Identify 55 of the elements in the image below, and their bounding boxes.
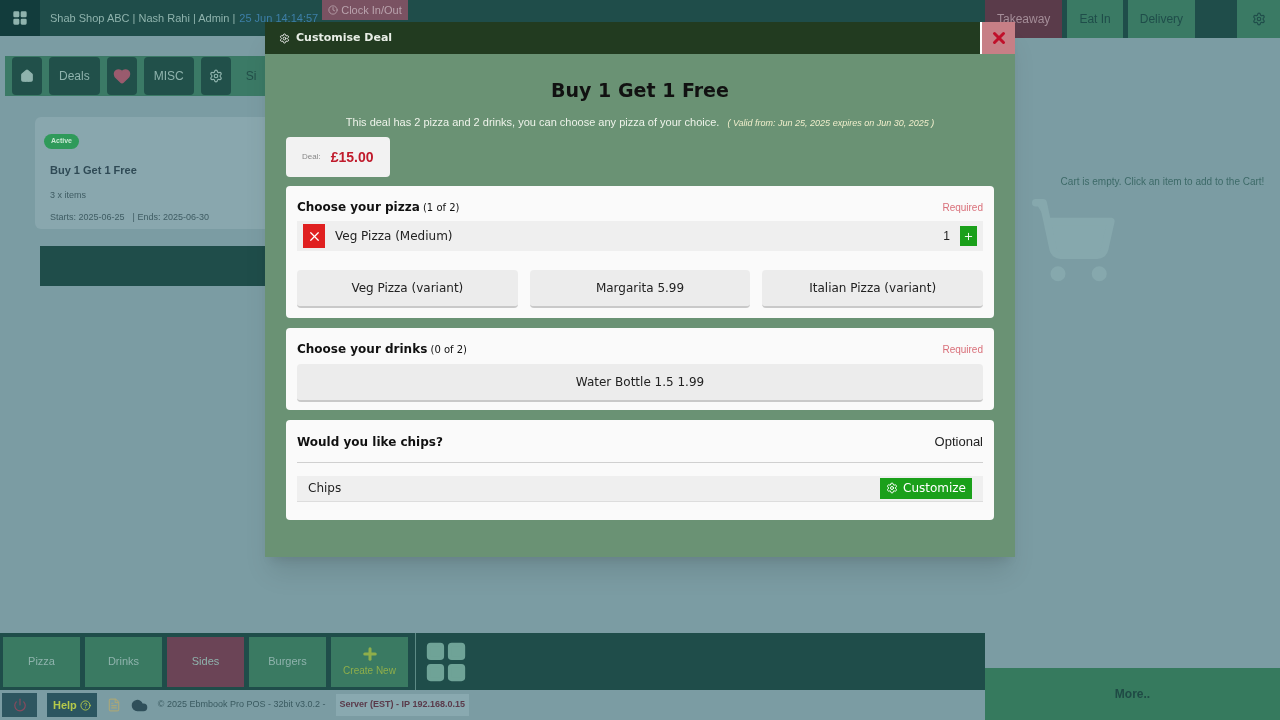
group-title: Choose your pizza (1 of 2) <box>297 199 460 216</box>
end-date: | Ends: 2025-06-30 <box>132 211 209 224</box>
option-button[interactable]: Italian Pizza (variant) <box>762 270 983 308</box>
start-date: Starts: 2025-06-25 <box>50 211 125 224</box>
shop-info: Shab Shop ABC | Nash Rahi | Admin | <box>50 10 236 26</box>
category-tab[interactable]: MISC <box>143 57 194 95</box>
category-button[interactable]: Sides <box>167 636 244 687</box>
validity-text: ( Valid from: Jun 25, 2025 expires on Jun 30, 2025 ) <box>727 116 935 130</box>
home-button[interactable] <box>12 57 42 95</box>
requirement-label: Required <box>942 342 983 357</box>
group-title: Choose your drinks (0 of 2) <box>297 341 467 358</box>
server-info: Server (EST) - IP 192.168.0.15 <box>335 694 469 716</box>
clock: 25 Jun 14:14:57 <box>239 10 319 26</box>
option-button[interactable]: Water Bottle 1.5 1.99 <box>297 364 983 402</box>
plus-icon <box>360 645 379 663</box>
group-title: Would you like chips? <box>297 433 443 451</box>
grid-icon <box>12 10 28 26</box>
favorites-button[interactable] <box>106 57 137 95</box>
settings-icon <box>208 69 223 83</box>
category-button[interactable]: Burgers <box>249 636 326 687</box>
category-tab[interactable]: Deals <box>49 57 100 95</box>
customize-button[interactable]: Customize <box>880 477 972 499</box>
item-name: Veg Pizza (Medium) <box>335 228 454 245</box>
help-icon <box>79 699 91 711</box>
dialog-title: Customise Deal <box>296 29 394 46</box>
clock-icon <box>328 5 339 15</box>
price-label: Deal: <box>302 151 321 163</box>
deal-price: £15.00 <box>330 147 374 167</box>
add-button[interactable] <box>960 226 977 246</box>
heart-icon <box>112 67 131 85</box>
create-new-button[interactable]: Create New <box>331 636 408 687</box>
copyright-text: © 2025 Ebmbook Pro POS - 32bit v3.0.2 - <box>157 698 326 712</box>
deal-title: Buy 1 Get 1 Free <box>50 163 138 178</box>
item-name: Chips <box>308 480 342 497</box>
deal-description: This deal has 2 pizza and 2 drinks, you can choose any pizza of your choice. <box>345 114 720 130</box>
apps-button[interactable] <box>0 0 40 36</box>
item-quantity: 1 <box>943 228 950 245</box>
option-button[interactable]: Veg Pizza (variant) <box>297 270 518 308</box>
help-button[interactable]: Help <box>47 693 97 717</box>
requirement-label: Optional <box>934 433 983 451</box>
category-button[interactable]: Drinks <box>85 636 162 687</box>
remove-button[interactable] <box>303 224 325 248</box>
home-icon <box>20 69 34 83</box>
category-button[interactable]: Pizza <box>3 636 80 687</box>
settings-button[interactable] <box>200 57 231 95</box>
option-button[interactable]: Margarita 5.99 <box>529 270 751 308</box>
settings-icon <box>886 482 898 494</box>
requirement-label: Required <box>942 200 983 215</box>
deal-heading: Buy 1 Get 1 Free <box>550 78 730 103</box>
plus-icon <box>963 230 974 242</box>
item-count: 3 x items <box>50 188 87 202</box>
settings-icon <box>279 32 290 44</box>
settings-icon <box>1251 12 1266 26</box>
power-icon <box>12 698 27 712</box>
clock-in-out-button[interactable]: Clock In/Out <box>322 0 408 20</box>
